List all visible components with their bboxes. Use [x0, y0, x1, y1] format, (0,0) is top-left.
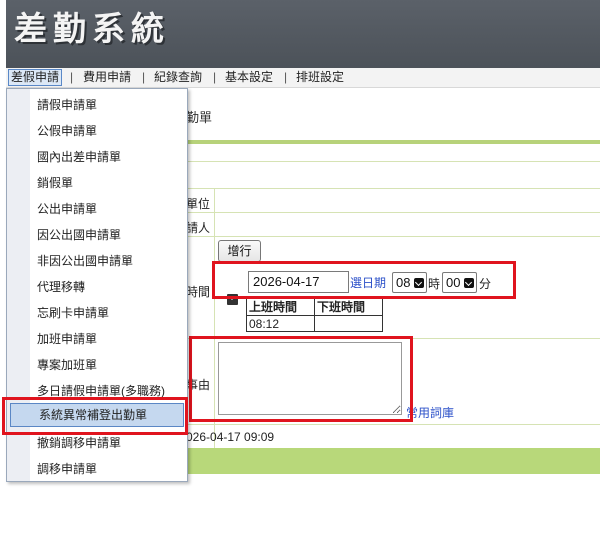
dropdown-item[interactable]: 銷假單	[37, 175, 73, 191]
dropdown-item[interactable]: 因公出國申請單	[37, 227, 121, 243]
hour-select[interactable]: 08	[392, 272, 427, 293]
add-row-button[interactable]: 增行	[218, 240, 261, 262]
menu-leave-application[interactable]: 差假申請	[8, 69, 63, 86]
divider	[186, 140, 600, 144]
dropdown-item[interactable]: 非因公出國申請單	[37, 253, 133, 269]
row-divider	[186, 161, 600, 162]
reason-textarea[interactable]	[218, 342, 402, 415]
collapse-toggle-icon[interactable]	[227, 294, 238, 305]
dropdown-item[interactable]: 請假申請單	[37, 97, 97, 113]
hour-unit: 時	[428, 277, 441, 291]
dropdown-item[interactable]: 忘刷卡申請單	[37, 305, 109, 321]
dropdown-item[interactable]: 多日請假申請單(多職務)	[37, 383, 165, 399]
menu-separator: |	[284, 70, 288, 84]
dropdown-item[interactable]: 公假申請單	[37, 123, 97, 139]
reason-label: 事由	[186, 378, 211, 392]
row-divider	[186, 424, 600, 425]
menu-separator: |	[213, 70, 217, 84]
shift-time-table: 上班時間 下班時間 08:12	[246, 297, 383, 332]
row-divider	[186, 188, 600, 189]
dropdown-item[interactable]: 專案加班單	[37, 357, 97, 373]
dropdown-item[interactable]: 公出申請單	[37, 201, 97, 217]
clock-out-header: 下班時間	[314, 297, 383, 316]
clock-out-cell	[314, 315, 383, 332]
leave-application-dropdown: 請假申請單 公假申請單 國內出差申請單 銷假單 公出申請單 因公出國申請單 非因…	[6, 88, 188, 482]
common-phrases-link[interactable]: 常用詞庫	[406, 404, 454, 421]
dropdown-item-selected[interactable]: 系統異常補登出勤單	[10, 403, 184, 427]
clock-in-header: 上班時間	[246, 297, 315, 316]
row-divider	[186, 236, 600, 237]
table-row: 08:12	[246, 315, 383, 332]
dropdown-item[interactable]: 代理移轉	[37, 279, 85, 295]
row-divider	[186, 338, 600, 339]
unit-label: 單位	[186, 197, 211, 211]
time-label: 時間	[186, 285, 211, 299]
footer-bar	[186, 448, 600, 474]
row-divider	[186, 212, 600, 213]
dropdown-item[interactable]: 撤銷調移申請單	[37, 435, 121, 451]
clock-in-cell: 08:12	[246, 315, 315, 332]
created-timestamp: 026-04-17 09:09	[186, 430, 275, 444]
menu-record-query[interactable]: 紀錄查詢	[154, 70, 202, 85]
minute-select[interactable]: 00	[442, 272, 477, 293]
dropdown-item[interactable]: 國內出差申請單	[37, 149, 121, 165]
menu-shift-settings[interactable]: 排班設定	[296, 70, 344, 85]
dropdown-item[interactable]: 調移申請單	[37, 461, 97, 477]
chevron-down-icon	[464, 278, 474, 288]
main-menu-bar: 差假申請 | 費用申請 | 紀錄查詢 | 基本設定 | 排班設定	[6, 68, 600, 88]
app-header: 差勤系統	[6, 0, 600, 68]
chevron-down-icon	[414, 278, 424, 288]
app-title: 差勤系統	[14, 9, 170, 48]
dropdown-item[interactable]: 加班申請單	[37, 331, 97, 347]
pick-date-link[interactable]: 選日期	[350, 274, 386, 291]
applicant-label: 請人	[186, 221, 211, 235]
menu-basic-settings[interactable]: 基本設定	[225, 70, 273, 85]
minute-unit: 分	[479, 277, 492, 291]
menu-expense-application[interactable]: 費用申請	[83, 70, 131, 85]
menu-separator: |	[70, 70, 74, 84]
column-divider	[214, 188, 215, 448]
page-title: 勤單	[186, 110, 213, 125]
menu-separator: |	[142, 70, 146, 84]
hour-value: 08	[396, 275, 411, 290]
date-input[interactable]: 2026-04-17	[248, 271, 349, 293]
minute-value: 00	[446, 275, 461, 290]
